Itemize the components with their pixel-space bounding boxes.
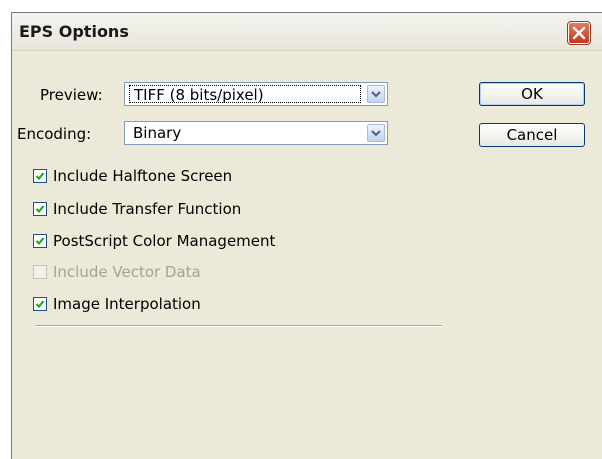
encoding-label: Encoding: — [17, 125, 92, 143]
title-bar[interactable]: EPS Options — [12, 13, 602, 51]
ok-button[interactable]: OK — [479, 82, 585, 106]
include-vector-data-label: Include Vector Data — [53, 263, 201, 281]
encoding-selected-value: Binary — [133, 124, 182, 142]
checkbox-box[interactable] — [33, 234, 47, 248]
checkbox-box[interactable] — [33, 297, 47, 311]
postscript-color-management-label[interactable]: PostScript Color Management — [53, 231, 275, 251]
preview-selected-value: TIFF (8 bits/pixel) — [129, 85, 361, 104]
dialog-title: EPS Options — [19, 22, 129, 41]
separator — [36, 325, 442, 327]
include-transfer-function-label[interactable]: Include Transfer Function — [53, 199, 241, 219]
include-halftone-screen-label[interactable]: Include Halftone Screen — [53, 166, 232, 186]
checkbox-box[interactable] — [33, 169, 47, 183]
close-button[interactable] — [567, 21, 591, 45]
preview-dropdown-button[interactable] — [367, 85, 385, 103]
checkbox-box — [33, 265, 47, 279]
encoding-select[interactable]: Binary — [124, 121, 388, 145]
preview-label: Preview: — [40, 86, 103, 104]
preview-select[interactable]: TIFF (8 bits/pixel) — [124, 82, 388, 106]
checkbox-box[interactable] — [33, 202, 47, 216]
eps-options-dialog: EPS Options Preview: TIFF (8 bits/pixel)… — [11, 12, 602, 459]
encoding-dropdown-button[interactable] — [367, 124, 385, 142]
image-interpolation-label[interactable]: Image Interpolation — [53, 294, 201, 314]
cancel-button[interactable]: Cancel — [479, 123, 585, 147]
